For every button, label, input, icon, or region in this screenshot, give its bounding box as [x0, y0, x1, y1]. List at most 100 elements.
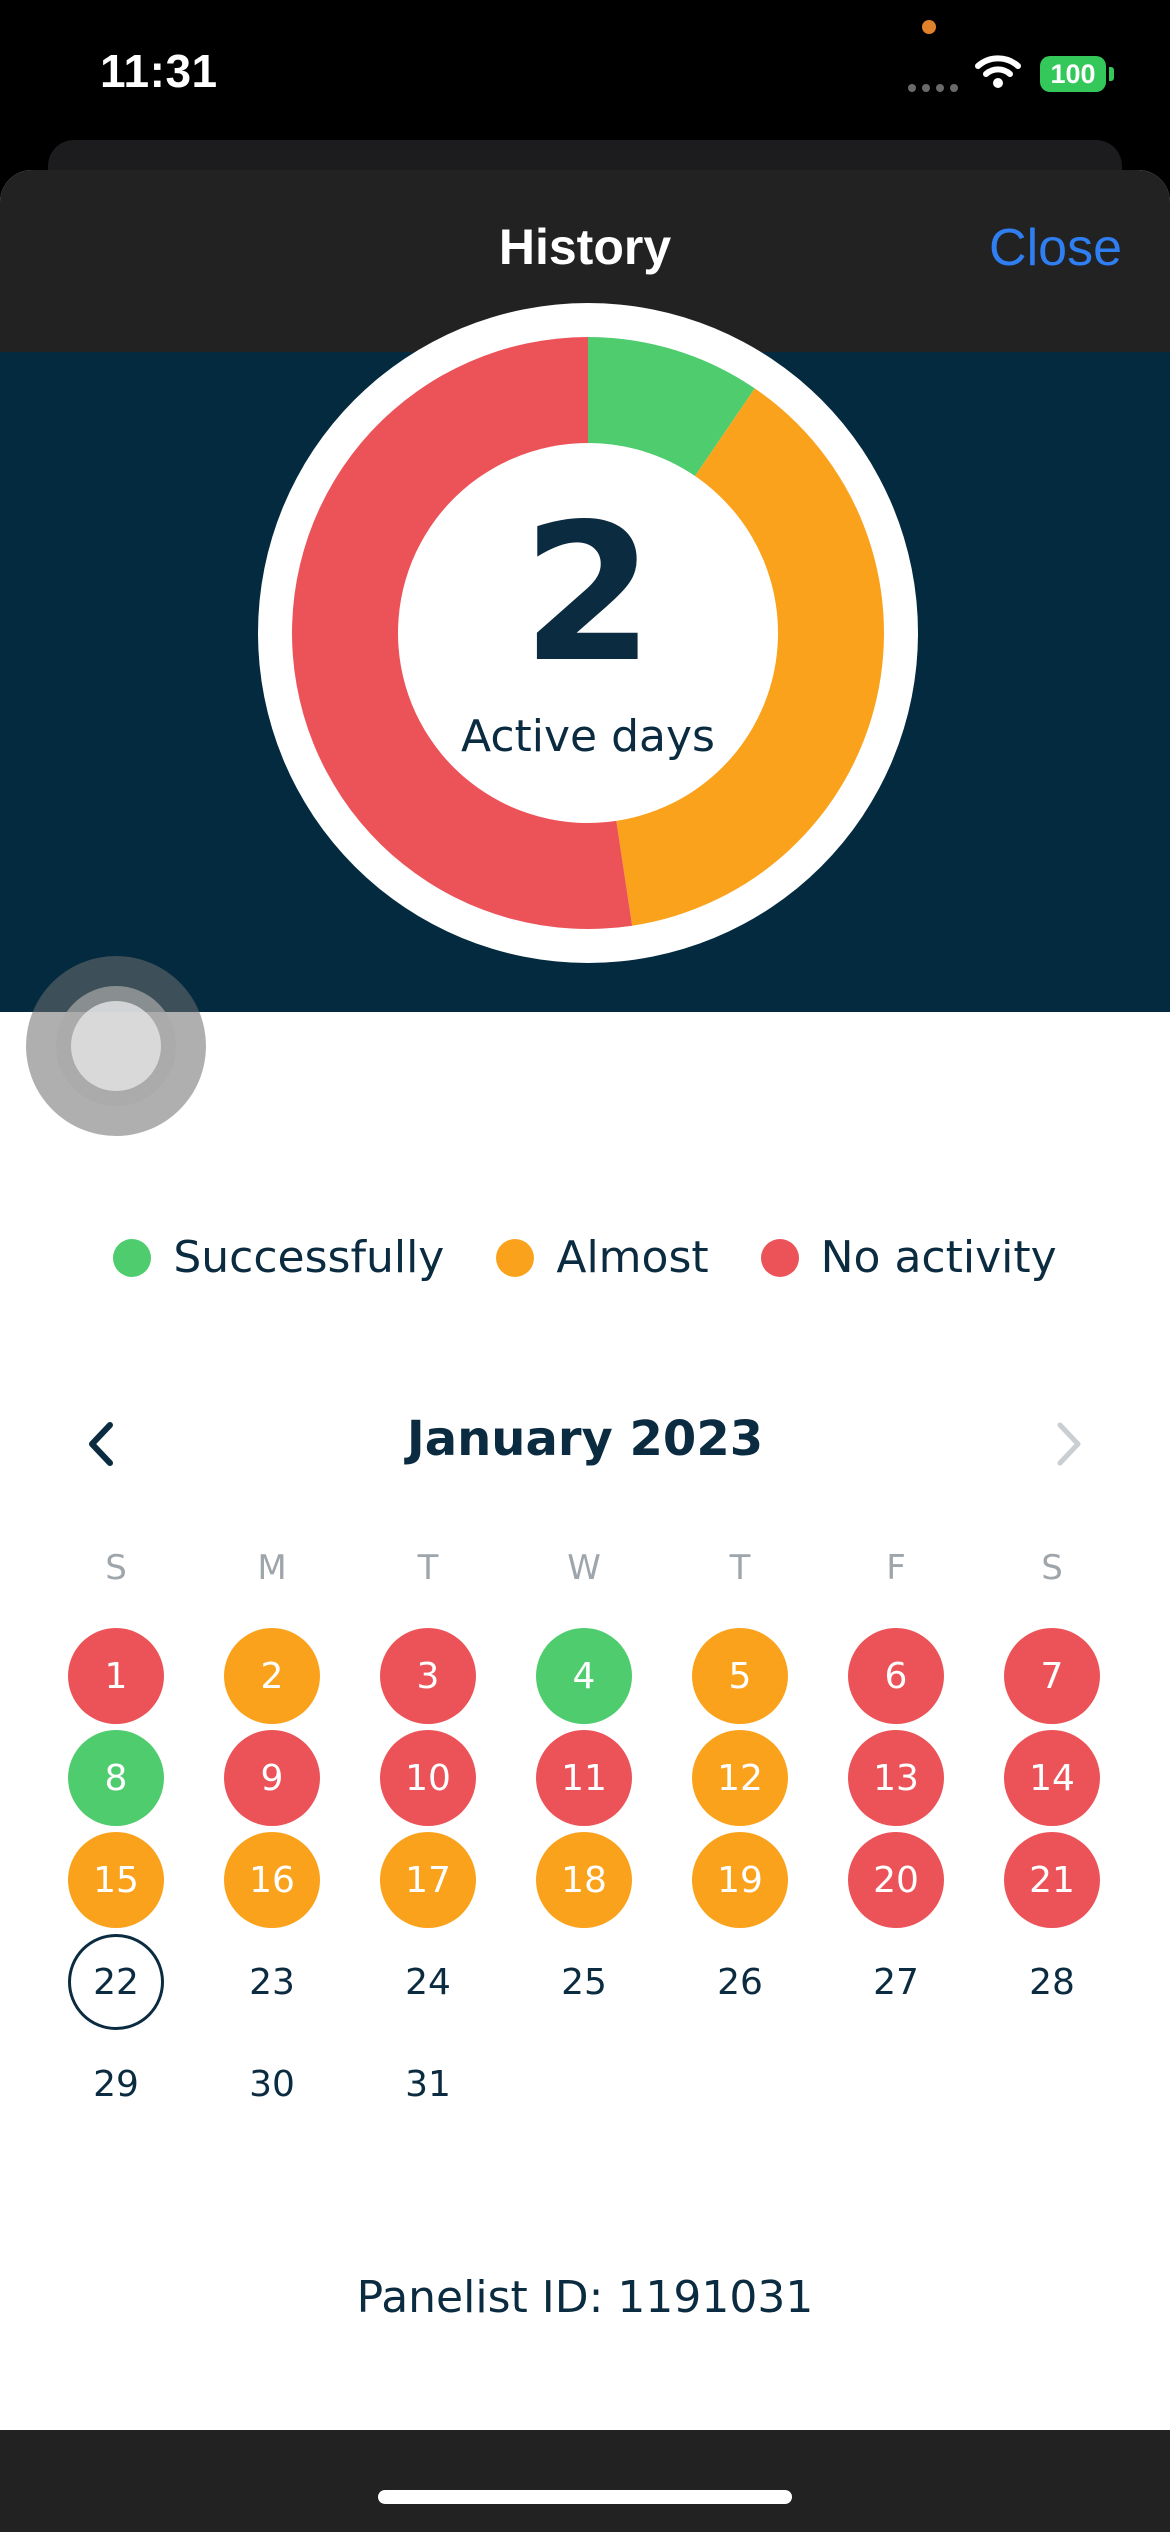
calendar-day[interactable]: 26 — [692, 1934, 788, 2030]
calendar-day[interactable]: 7 — [1004, 1628, 1100, 1724]
chart-legend: Successfully Almost No activity — [0, 1232, 1170, 1283]
legend-dot — [760, 1238, 799, 1277]
calendar-days-grid: 1 2 3 4 5 6 7 8 9 10 11 12 13 14 15 16 17 18 19 20 21 22 23 24 2… — [38, 1628, 1130, 2138]
calendar-day-cell: 21 — [974, 1832, 1130, 1934]
calendar-day-cell: 5 — [662, 1628, 818, 1730]
calendar-day[interactable]: 21 — [1004, 1832, 1100, 1928]
legend-label: Successfully — [173, 1232, 445, 1283]
calendar-day[interactable]: 6 — [848, 1628, 944, 1724]
close-button[interactable]: Close — [989, 218, 1122, 278]
calendar-day[interactable]: 17 — [380, 1832, 476, 1928]
calendar-day-cell: 25 — [506, 1934, 662, 2036]
calendar-day[interactable]: 14 — [1004, 1730, 1100, 1826]
camera-indicator-icon — [922, 20, 936, 34]
legend-label: No activity — [820, 1232, 1057, 1283]
calendar-day-cell: 8 — [38, 1730, 194, 1832]
calendar-day-cell: 6 — [818, 1628, 974, 1730]
calendar-day[interactable]: 29 — [68, 2036, 164, 2132]
chevron-right-icon[interactable] — [1046, 1419, 1090, 1469]
calendar-day-cell: 11 — [506, 1730, 662, 1832]
calendar-day[interactable]: 8 — [68, 1730, 164, 1826]
calendar-day-cell: 9 — [194, 1730, 350, 1832]
activity-donut-chart: 2 Active days — [258, 303, 918, 963]
calendar-day[interactable]: 19 — [692, 1832, 788, 1928]
calendar-day-cell: 30 — [194, 2036, 350, 2138]
home-indicator[interactable] — [378, 2490, 792, 2504]
calendar-month-title: January 2023 — [406, 1411, 764, 1467]
weekday-label: F — [886, 1548, 906, 1588]
signal-icon — [908, 84, 958, 92]
calendar-day[interactable]: 3 — [380, 1628, 476, 1724]
weekday-label: S — [1041, 1548, 1063, 1588]
calendar-day[interactable]: 16 — [224, 1832, 320, 1928]
calendar-day-cell: 26 — [662, 1934, 818, 2036]
weekday-label: T — [729, 1548, 751, 1588]
calendar-day-cell: 19 — [662, 1832, 818, 1934]
legend-label: Almost — [556, 1232, 709, 1283]
calendar-day[interactable]: 24 — [380, 1934, 476, 2030]
calendar-day[interactable]: 30 — [224, 2036, 320, 2132]
calendar-day-cell: 28 — [974, 1934, 1130, 2036]
calendar-header: January 2023 — [0, 1405, 1170, 1485]
calendar-day[interactable]: 18 — [536, 1832, 632, 1928]
calendar-day-cell: 1 — [38, 1628, 194, 1730]
calendar-day[interactable]: 25 — [536, 1934, 632, 2030]
calendar-day-cell: 3 — [350, 1628, 506, 1730]
calendar-day-cell: 23 — [194, 1934, 350, 2036]
calendar-day[interactable]: 9 — [224, 1730, 320, 1826]
calendar-day[interactable]: 20 — [848, 1832, 944, 1928]
legend-item-successfully: Successfully — [113, 1232, 444, 1283]
weekday-label: T — [417, 1548, 439, 1588]
panelist-id: Panelist ID: 1191031 — [356, 2272, 814, 2323]
calendar-day-cell: 13 — [818, 1730, 974, 1832]
calendar-day-cell: 14 — [974, 1730, 1130, 1832]
calendar-day[interactable]: 11 — [536, 1730, 632, 1826]
legend-dot — [496, 1238, 535, 1277]
calendar-day-cell: 7 — [974, 1628, 1130, 1730]
calendar-day-cell: 2 — [194, 1628, 350, 1730]
calendar-day[interactable]: 31 — [380, 2036, 476, 2132]
weekday-label: M — [257, 1548, 287, 1588]
wifi-icon — [975, 55, 1021, 88]
calendar-day-cell: 16 — [194, 1832, 350, 1934]
bottom-bar — [0, 2430, 1170, 2532]
calendar-day[interactable]: 5 — [692, 1628, 788, 1724]
screen: 11:31 100 History Close 2 Active days Su… — [0, 0, 1170, 2532]
active-days-label: Active days — [461, 710, 715, 762]
weekday-label: S — [105, 1548, 127, 1588]
calendar-day[interactable]: 1 — [68, 1628, 164, 1724]
calendar-day-cell: 15 — [38, 1832, 194, 1934]
legend-item-almost: Almost — [496, 1232, 709, 1283]
calendar-day-cell: 22 — [38, 1934, 194, 2036]
weekday-header: S M T W T F S — [38, 1548, 1130, 1588]
calendar-day[interactable]: 15 — [68, 1832, 164, 1928]
calendar-day[interactable]: 10 — [380, 1730, 476, 1826]
calendar-day-cell: 4 — [506, 1628, 662, 1730]
calendar-day-cell: 24 — [350, 1934, 506, 2036]
legend-dot — [113, 1238, 152, 1277]
status-time: 11:31 — [100, 45, 218, 97]
calendar-day-cell: 17 — [350, 1832, 506, 1934]
calendar-day[interactable]: 28 — [1004, 1934, 1100, 2030]
battery-tip — [1109, 67, 1114, 81]
status-bar: 11:31 100 — [0, 0, 1170, 140]
assistive-touch-button[interactable] — [26, 956, 206, 1136]
calendar-day[interactable]: 23 — [224, 1934, 320, 2030]
calendar-day[interactable]: 4 — [536, 1628, 632, 1724]
calendar-day-cell: 27 — [818, 1934, 974, 2036]
legend-item-no-activity: No activity — [760, 1232, 1057, 1283]
calendar-day[interactable]: 22 — [68, 1934, 164, 2030]
calendar-day-cell: 20 — [818, 1832, 974, 1934]
calendar-day-cell: 29 — [38, 2036, 194, 2138]
active-days-count: 2 — [521, 482, 655, 704]
calendar-day[interactable]: 13 — [848, 1730, 944, 1826]
calendar-day-cell: 31 — [350, 2036, 506, 2138]
calendar-day[interactable]: 27 — [848, 1934, 944, 2030]
calendar-day[interactable]: 2 — [224, 1628, 320, 1724]
donut-center: 2 Active days — [258, 303, 918, 963]
calendar-day-cell: 12 — [662, 1730, 818, 1832]
battery-icon: 100 — [1040, 56, 1106, 92]
calendar-day-cell: 18 — [506, 1832, 662, 1934]
weekday-label: W — [567, 1548, 601, 1588]
calendar-day[interactable]: 12 — [692, 1730, 788, 1826]
